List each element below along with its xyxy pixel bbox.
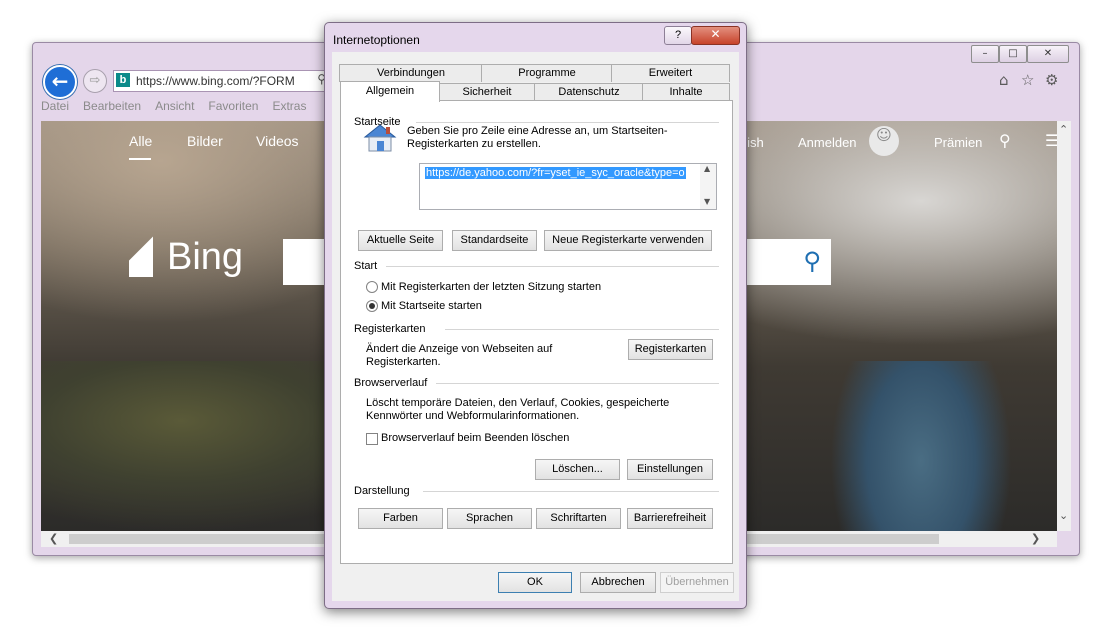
current-page-button[interactable]: Aktuelle Seite <box>358 230 443 251</box>
tab-sicherheit[interactable]: Sicherheit <box>438 83 536 101</box>
group-divider <box>445 329 719 330</box>
back-arrow-icon[interactable]: ← <box>43 65 77 99</box>
group-divider <box>416 122 719 123</box>
group-darstellung-heading: Darstellung <box>354 485 410 497</box>
tab-erweitert[interactable]: Erweitert <box>611 64 730 82</box>
history-settings-button[interactable]: Einstellungen <box>627 459 713 480</box>
dialog-title: Internetoptionen <box>333 33 420 47</box>
menu-extras[interactable]: Extras <box>272 99 306 113</box>
address-bar[interactable]: b https://www.bing.com/?FORM ⚲ <box>113 70 331 92</box>
landscape-cliff <box>41 361 341 531</box>
registerkarten-description-line2: Registerkarten. <box>366 356 441 368</box>
textarea-scrollbar[interactable]: ▲ ▼ <box>700 164 716 209</box>
startseite-description-line2: Registerkarten zu erstellen. <box>407 138 541 150</box>
tabs-settings-button[interactable]: Registerkarten <box>628 339 713 360</box>
new-tab-button[interactable]: Neue Registerkarte verwenden <box>544 230 712 251</box>
startseite-url-textarea[interactable]: https://de.yahoo.com/?fr=yset_ie_syc_ora… <box>419 163 717 210</box>
scroll-up-icon[interactable]: ⌃ <box>1059 123 1068 136</box>
delete-on-exit-checkbox[interactable] <box>366 433 378 445</box>
home-page-icon <box>363 124 397 152</box>
accessibility-button[interactable]: Barrierefreiheit <box>627 508 713 529</box>
search-icon[interactable]: ⚲ <box>803 247 821 275</box>
help-button[interactable]: ? <box>664 26 692 45</box>
colors-button[interactable]: Farben <box>358 508 443 529</box>
scroll-down-icon[interactable]: ▼ <box>704 197 710 206</box>
scroll-right-icon[interactable]: ❯ <box>1031 532 1040 545</box>
scroll-down-icon[interactable]: ⌄ <box>1059 509 1068 522</box>
delete-on-exit-label: Browserverlauf beim Beenden löschen <box>381 432 570 444</box>
startseite-description-line1: Geben Sie pro Zeile eine Adresse an, um … <box>407 125 668 137</box>
vertical-scrollbar[interactable]: ⌃ ⌄ <box>1057 121 1071 531</box>
dialog-close-button[interactable]: ✕ <box>691 26 740 45</box>
bing-nav-bilder[interactable]: Bilder <box>187 133 223 149</box>
menu-bar: Datei Bearbeiten Ansicht Favoriten Extras <box>41 99 341 117</box>
radio-startpage-label: Mit Startseite starten <box>381 300 482 312</box>
registerkarten-description-line1: Ändert die Anzeige von Webseiten auf <box>366 343 553 355</box>
forward-arrow-icon[interactable]: ⇨ <box>83 69 107 93</box>
avatar-icon[interactable]: ☺ <box>869 126 899 156</box>
trophy-icon[interactable]: ⚲ <box>999 131 1011 150</box>
internet-options-dialog: Internetoptionen ? ✕ Verbindungen Progra… <box>324 22 747 609</box>
address-url: https://www.bing.com/?FORM <box>136 74 295 88</box>
apply-button[interactable]: Übernehmen <box>660 572 734 593</box>
bing-logo-text: Bing <box>167 236 244 278</box>
languages-button[interactable]: Sprachen <box>447 508 532 529</box>
tab-allgemein[interactable]: Allgemein <box>340 81 440 102</box>
minimize-button[interactable]: – <box>971 45 999 63</box>
scroll-up-icon[interactable]: ▲ <box>704 164 710 173</box>
tab-datenschutz[interactable]: Datenschutz <box>534 83 644 101</box>
group-divider <box>436 383 719 384</box>
tab-inhalte[interactable]: Inhalte <box>642 83 730 101</box>
menu-ansicht[interactable]: Ansicht <box>155 99 194 113</box>
group-browserverlauf-heading: Browserverlauf <box>354 377 428 389</box>
dialog-body: Verbindungen Programme Erweitert Allgeme… <box>332 52 739 601</box>
group-divider <box>423 491 719 492</box>
maximize-button[interactable]: □ <box>999 45 1027 63</box>
radio-last-session-label: Mit Registerkarten der letzten Sitzung s… <box>381 281 602 293</box>
default-page-button[interactable]: Standardseite <box>452 230 537 251</box>
sign-in-link[interactable]: Anmelden <box>798 135 857 150</box>
fonts-button[interactable]: Schriftarten <box>536 508 621 529</box>
active-nav-underline <box>129 158 151 160</box>
bing-logo: Bing <box>129 233 243 279</box>
tab-panel-allgemein: Startseite Geben Sie pro Zeile eine Adre… <box>340 100 733 564</box>
menu-bearbeiten[interactable]: Bearbeiten <box>83 99 141 113</box>
bing-logo-icon <box>129 233 153 277</box>
bing-favicon-icon: b <box>116 73 130 87</box>
gear-icon[interactable]: ⚙ <box>1045 71 1058 89</box>
startseite-url-value: https://de.yahoo.com/?fr=yset_ie_syc_ora… <box>425 167 686 179</box>
delete-history-button[interactable]: Löschen... <box>535 459 620 480</box>
radio-startpage[interactable] <box>366 300 378 312</box>
group-registerkarten-heading: Registerkarten <box>354 323 426 335</box>
ok-button[interactable]: OK <box>498 572 572 593</box>
tab-programme[interactable]: Programme <box>481 64 613 82</box>
radio-last-session[interactable] <box>366 281 378 293</box>
group-divider <box>386 266 719 267</box>
group-start-heading: Start <box>354 260 378 272</box>
bing-nav-alle[interactable]: Alle <box>129 133 152 149</box>
browserverlauf-description-line1: Löscht temporäre Dateien, den Verlauf, C… <box>366 397 670 409</box>
window-close-button[interactable]: ✕ <box>1027 45 1069 63</box>
scroll-left-icon[interactable]: ❮ <box>49 532 58 545</box>
menu-datei[interactable]: Datei <box>41 99 69 113</box>
favorites-star-icon[interactable]: ☆ <box>1021 71 1034 89</box>
bing-nav-videos[interactable]: Videos <box>256 133 299 149</box>
menu-favoriten[interactable]: Favoriten <box>208 99 258 113</box>
rewards-link[interactable]: Prämien <box>934 135 982 150</box>
cancel-button[interactable]: Abbrechen <box>580 572 656 593</box>
landscape-lake <box>821 361 1021 531</box>
tab-verbindungen[interactable]: Verbindungen <box>339 64 483 82</box>
home-icon[interactable]: ⌂ <box>999 71 1009 89</box>
browserverlauf-description-line2: Kennwörter und Webformularinformationen. <box>366 410 580 422</box>
